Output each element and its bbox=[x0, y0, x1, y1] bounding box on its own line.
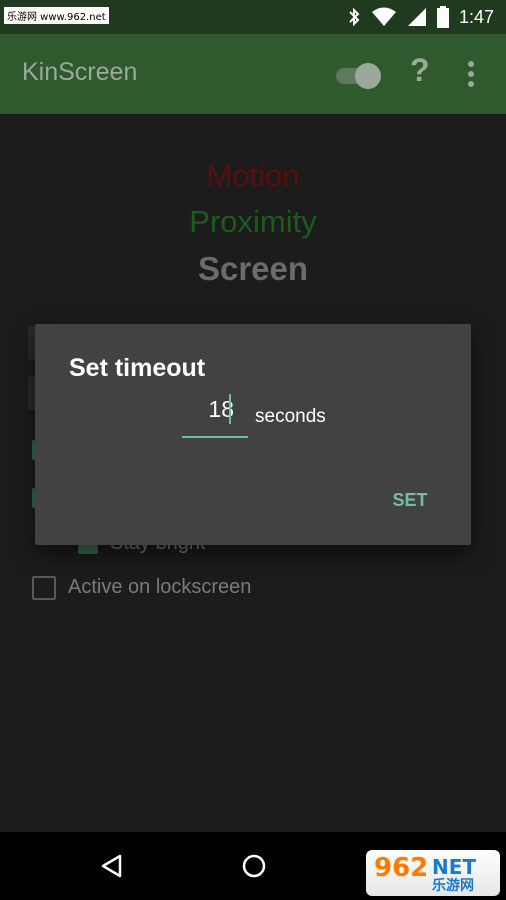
app-bar: KinScreen bbox=[0, 34, 506, 114]
dialog-title: Set timeout bbox=[69, 354, 206, 382]
seconds-label: seconds bbox=[255, 406, 326, 427]
wifi-icon bbox=[371, 7, 396, 26]
lockscreen-label: Active on lockscreen bbox=[68, 576, 252, 598]
screen-label: Screen bbox=[197, 250, 309, 287]
text-caret bbox=[229, 394, 231, 424]
battery-icon bbox=[436, 6, 449, 28]
overflow-menu-icon[interactable] bbox=[466, 60, 476, 88]
help-button[interactable]: ? bbox=[410, 52, 430, 89]
app-title: KinScreen bbox=[22, 58, 138, 86]
signal-icon bbox=[407, 8, 426, 26]
input-underline bbox=[182, 436, 248, 438]
watermark-text: 乐游网 www.962.net bbox=[4, 7, 109, 24]
set-button[interactable]: SET bbox=[375, 482, 445, 518]
logo-number: 962 bbox=[374, 853, 429, 883]
home-icon[interactable] bbox=[240, 852, 268, 880]
back-icon[interactable] bbox=[98, 852, 126, 880]
enable-toggle[interactable] bbox=[334, 60, 386, 92]
timeout-input[interactable]: 18 bbox=[182, 392, 248, 438]
set-timeout-dialog: Set timeout 18 seconds SET bbox=[35, 324, 471, 545]
watermark-logo: 962 NET 乐游网 bbox=[366, 850, 500, 896]
status-bar: 乐游网 www.962.net 1:47 bbox=[0, 0, 506, 34]
lockscreen-checkbox[interactable] bbox=[32, 576, 56, 600]
clock: 1:47 bbox=[458, 6, 494, 27]
motion-label: Motion bbox=[206, 158, 300, 193]
bluetooth-icon bbox=[349, 7, 360, 27]
logo-cn: 乐游网 bbox=[432, 877, 474, 893]
status-icons: 1:47 bbox=[347, 0, 494, 34]
proximity-label: Proximity bbox=[189, 204, 317, 239]
